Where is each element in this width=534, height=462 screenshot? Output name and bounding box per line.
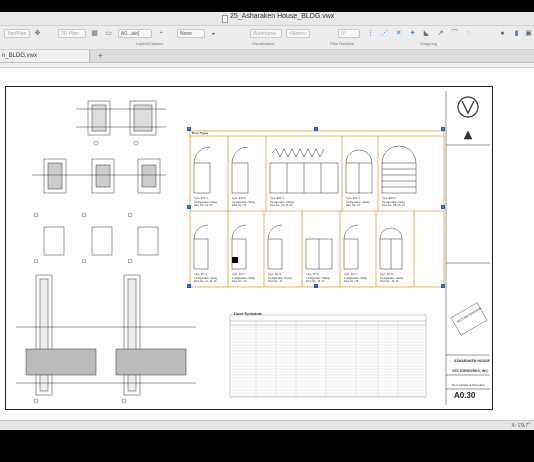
snap-surface-icon[interactable]: ⌒: [450, 29, 459, 38]
drawing-title: Door Details & Schedule: [452, 383, 485, 387]
rotation-field[interactable]: 0°: [338, 29, 360, 38]
door-types-title: Door Types: [192, 131, 209, 135]
new-tab-icon[interactable]: +: [98, 51, 103, 60]
window-title: 25_Asharaken House_BLDG.vwx: [230, 13, 335, 20]
snapping-label: Snapping: [420, 41, 437, 46]
door-label-bottom-count: Door No.: 18: [344, 280, 359, 283]
flyover-icon[interactable]: ✥: [33, 29, 42, 38]
render-dropdown[interactable]: 2D Plan: [58, 29, 86, 38]
drawing-sheet[interactable]: Door Types Door Schedule ASHARAKEN HOUSE…: [5, 86, 493, 410]
selection-handle[interactable]: [314, 284, 318, 288]
settings-icon[interactable]: ●: [498, 29, 507, 38]
app-window: 25_Asharaken House_BLDG.vwx Top/Plan ✥ 2…: [0, 0, 534, 462]
door-label-bottom-count: Door No.: 19, 20: [380, 280, 399, 283]
sheet-number: A0.30: [454, 391, 476, 400]
project-name: ASHARAKEN HOUSE: [454, 359, 490, 363]
stack-layers-icon[interactable]: ▭: [104, 29, 113, 38]
snap-intersection-icon[interactable]: ✦: [408, 29, 417, 38]
snap-object-icon[interactable]: ⋰: [380, 29, 389, 38]
plan-rotation-label: Plan Rotation: [330, 41, 355, 46]
visualization-label: Visualization: [252, 41, 275, 46]
door-label-bottom-count: Door No.: 15: [268, 280, 283, 283]
document-icon: [222, 15, 228, 23]
render-mode-dropdown[interactable]: Wireframe: [250, 29, 282, 38]
class-icon[interactable]: ◔: [156, 29, 165, 38]
title-bar: 25_Asharaken House_BLDG.vwx: [0, 12, 534, 26]
snap-angle-icon[interactable]: ✕: [394, 29, 403, 38]
selection-handle[interactable]: [187, 127, 191, 131]
projection-dropdown[interactable]: <None>: [286, 29, 310, 38]
selection-handle[interactable]: [187, 205, 191, 209]
layer-options-icon[interactable]: ▦: [90, 29, 99, 38]
visibility-icon[interactable]: ◒: [209, 29, 218, 38]
door-label-top-count: Door No.: 04, 05, 06: [270, 204, 293, 207]
horizontal-ruler: [0, 63, 534, 68]
door-label-bottom-count: Door No.: 11, 12, 13: [194, 280, 217, 283]
door-label-top-count: Door No.: 07: [346, 204, 361, 207]
selection-handle[interactable]: [314, 127, 318, 131]
selection-handle[interactable]: [441, 127, 445, 131]
snap-tangent-icon[interactable]: ↗: [436, 29, 445, 38]
status-bar: X: 1'9.7": [0, 420, 534, 430]
selection-handle[interactable]: [441, 284, 445, 288]
cursor-coordinates: X: 1'9.7": [511, 423, 530, 429]
door-label-top-count: Door No.: 03: [232, 204, 247, 207]
document-tab[interactable]: n_BLDG.vwx: [0, 50, 90, 62]
view-bar: Top/Plan ✥ 2D Plan ▦ ▭ A0...ale] ◔ None …: [0, 26, 534, 50]
selection-handle[interactable]: [187, 284, 191, 288]
door-label-bottom-count: Door No.: 16, 17: [306, 280, 325, 283]
door-label-bottom-count: Door No.: 14: [232, 280, 247, 283]
selection-handle[interactable]: [441, 205, 445, 209]
sheet-graphics: [16, 91, 490, 405]
snap-edge-icon[interactable]: ◌: [464, 29, 473, 38]
class-dropdown[interactable]: None: [177, 29, 205, 38]
door-schedule-title: Door Schedule: [234, 311, 263, 316]
document-tab-bar: n_BLDG.vwx +: [0, 50, 534, 63]
layout-icon[interactable]: ▮: [512, 29, 521, 38]
firm-name: VECTORWORKS, INC.: [452, 369, 489, 373]
door-label-top-count: Door No.: 08, 09, 10: [382, 204, 405, 207]
view-dropdown[interactable]: Top/Plan: [4, 29, 30, 38]
layers-classes-label: Layers/Classes: [136, 41, 164, 46]
door-label-top-count: Door No.: 01, 02: [194, 204, 213, 207]
snap-distance-icon[interactable]: ◣: [422, 29, 431, 38]
snap-grid-icon[interactable]: ⋮: [366, 29, 375, 38]
more-icon[interactable]: ▣: [524, 29, 533, 38]
door-swatch: [232, 257, 238, 263]
layer-dropdown[interactable]: A0...ale]: [118, 29, 152, 38]
